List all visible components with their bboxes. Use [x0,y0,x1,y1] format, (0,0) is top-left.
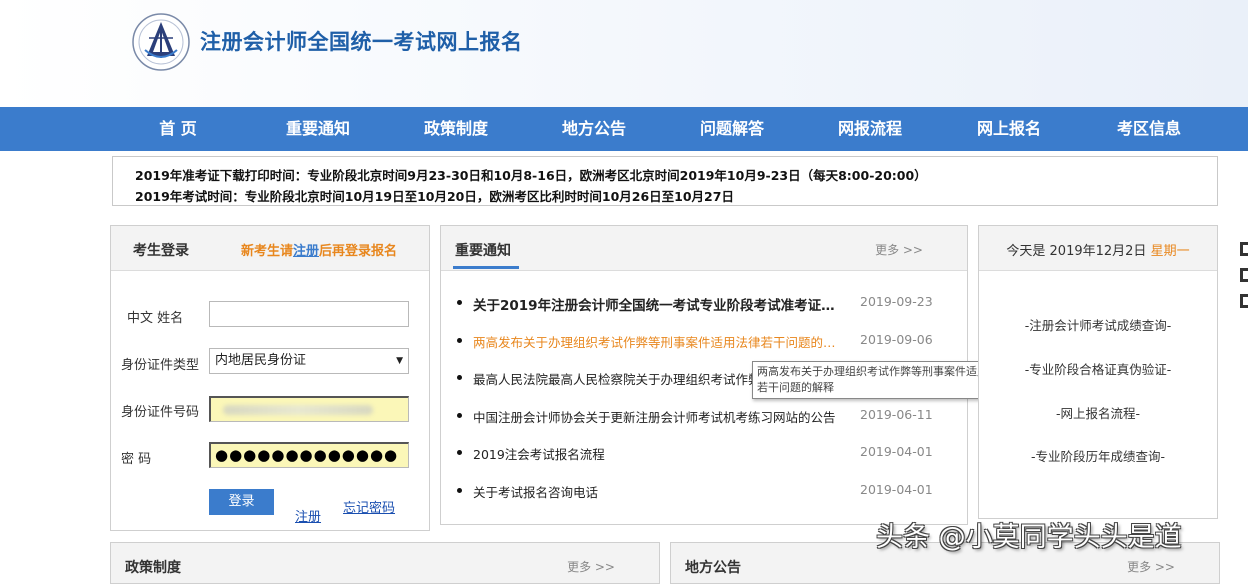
nav-item-home[interactable]: 首 页 [123,107,233,151]
quick-links-panel: 今天是 2019年12月2日 星期一 -注册会计师考试成绩查询- -专业阶段合格… [978,225,1218,519]
password-mask: ●●●●●●●●●●●●● [215,446,399,464]
bullet-icon [457,488,462,493]
hint-register-link[interactable]: 注册 [293,244,319,259]
news-date: 2019-04-01 [860,444,933,459]
list-item[interactable]: 2019注会考试报名流程 2019-04-01 [455,442,935,464]
site-title: 注册会计师全国统一考试网上报名 [200,30,523,54]
qr-fragment-icon [1240,268,1248,282]
forgot-password-link[interactable]: 忘记密码 [343,497,395,516]
bullet-icon [457,450,462,455]
id-number-label: 身份证件号码 [121,405,200,420]
password-input[interactable]: ●●●●●●●●●●●●● [209,442,409,468]
qr-fragment-icon [1240,294,1248,308]
login-hint-prefix: 新考生请 [241,244,294,259]
nav-item-process[interactable]: 网报流程 [815,107,925,151]
notice-line-admission: 2019年准考证下载打印时间：专业阶段北京时间9月23-30日和10月8-16日… [135,168,927,183]
blurred-id-number [223,405,373,415]
news-date: 2019-09-23 [860,294,933,309]
login-button[interactable]: 登录 [209,489,274,515]
nav-item-faq[interactable]: 问题解答 [677,107,787,151]
local-more-link[interactable]: 更多 >> [1127,558,1175,575]
nav-item-local-announcements[interactable]: 地方公告 [539,107,649,151]
policy-panel-title[interactable]: 政策制度 [125,557,181,577]
bullet-icon [457,413,462,418]
news-title[interactable]: 关于考试报名咨询电话 [473,482,843,501]
news-date: 2019-04-01 [860,482,933,497]
nav-item-online-registration[interactable]: 网上报名 [954,107,1064,151]
site-header: 注册会计师全国统一考试网上报名 [0,0,1248,107]
login-panel-header: 考生登录 新考生请注册后再登录报名 [111,226,429,271]
register-link[interactable]: 注册 [295,506,321,525]
tab-underline [453,266,519,269]
name-input[interactable] [209,301,409,327]
login-hint-suffix: 后再登录报名 [319,244,398,259]
quick-link-score-query[interactable]: -注册会计师考试成绩查询- [979,315,1217,334]
news-title[interactable]: 关于2019年注册会计师全国统一考试专业阶段考试准考证下载打印的通知 [473,294,843,314]
list-item[interactable]: 中国注册会计师协会关于更新注册会计师考试机考练习网站的公告 2019-06-11 [455,405,935,427]
password-label: 密 码 [121,452,152,467]
news-date: 2019-06-11 [860,407,933,422]
local-panel-title[interactable]: 地方公告 [685,557,741,577]
login-title: 考生登录 [133,243,189,259]
nav-item-policy[interactable]: 政策制度 [401,107,511,151]
qr-fragment-icon [1240,242,1248,256]
news-title[interactable]: 中国注册会计师协会关于更新注册会计师考试机考练习网站的公告 [473,407,843,426]
name-label: 中文 姓名 [127,311,184,326]
cicpa-emblem-icon[interactable] [131,12,191,72]
news-title[interactable]: 2019注会考试报名流程 [473,444,843,463]
id-type-label: 身份证件类型 [121,358,200,373]
nav-item-notices[interactable]: 重要通知 [263,107,373,151]
tab-important-notices[interactable]: 重要通知 [455,240,511,260]
today-weekday: 星期一 [1150,244,1190,259]
news-date: 2019-09-06 [860,332,933,347]
today-date-text: 今天是 2019年12月2日 [1006,244,1147,259]
bullet-icon [457,300,462,305]
login-panel: 考生登录 新考生请注册后再登录报名 中文 姓名 身份证件类型 内地居民身份证 ▼… [110,225,430,531]
watermark: 头条 @小莫同学头头是道 [876,522,1182,553]
main-nav: 首 页 重要通知 政策制度 地方公告 问题解答 网报流程 网上报名 考区信息 [0,107,1248,151]
chevron-down-icon: ▼ [396,356,403,366]
today-date: 今天是 2019年12月2日 星期一 [979,240,1217,259]
login-hint: 新考生请注册后再登录报名 [241,240,397,259]
id-number-input[interactable] [209,396,409,422]
policy-panel: 政策制度 更多 >> [110,542,660,584]
quick-link-historical-scores[interactable]: -专业阶段历年成绩查询- [979,446,1217,465]
policy-more-link[interactable]: 更多 >> [567,558,615,575]
notice-line-exam-time: 2019年考试时间：专业阶段北京时间10月19日至10月20日，欧洲考区比利时时… [135,189,734,204]
bullet-icon [457,338,462,343]
news-more-link[interactable]: 更多 >> [875,241,923,258]
news-panel-header: 重要通知 更多 >> [441,226,967,271]
bullet-icon [457,375,462,380]
notice-bar: 2019年准考证下载打印时间：专业阶段北京时间9月23-30日和10月8-16日… [112,156,1218,206]
id-type-value: 内地居民身份证 [215,353,307,368]
id-type-select[interactable]: 内地居民身份证 ▼ [209,348,409,374]
list-item[interactable]: 两高发布关于办理组织考试作弊等刑事案件适用法律若干问题的解释 2019-09-0… [455,330,935,352]
date-header: 今天是 2019年12月2日 星期一 [979,226,1217,271]
side-float-widget[interactable] [1238,238,1248,328]
list-item[interactable]: 关于2019年注册会计师全国统一考试专业阶段考试准考证下载打印的通知 2019-… [455,292,935,314]
list-item[interactable]: 关于考试报名咨询电话 2019-04-01 [455,480,935,502]
quick-link-registration-process[interactable]: -网上报名流程- [979,403,1217,422]
nav-item-exam-areas[interactable]: 考区信息 [1094,107,1204,151]
quick-link-certificate-verify[interactable]: -专业阶段合格证真伪验证- [979,359,1217,378]
news-title[interactable]: 两高发布关于办理组织考试作弊等刑事案件适用法律若干问题的解释 [473,332,843,351]
